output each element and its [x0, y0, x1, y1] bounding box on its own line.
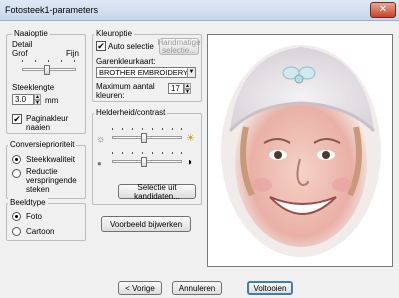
reductie-label: Reductie verspringende steken: [26, 167, 77, 194]
auto-selectie-checkbox[interactable]: ✔: [96, 41, 106, 51]
foto-label: Foto: [26, 212, 43, 221]
contrast-slider[interactable]: [112, 152, 182, 172]
detail-max-label: Fijn: [66, 49, 79, 58]
close-button[interactable]: ✕: [370, 2, 396, 18]
garenkleurkaart-value: BROTHER EMBROIDERY: [99, 68, 189, 77]
steeklengte-spinner[interactable]: ▲ ▼: [34, 94, 42, 106]
contrast-high-icon: ◑: [186, 157, 193, 168]
selectie-kandidaten-button[interactable]: Selectie uit kandidaten...: [118, 183, 196, 201]
brightness-low-icon: ☼: [96, 134, 106, 145]
steeklengte-input[interactable]: 3.0: [12, 94, 34, 105]
embroidery-preview-image: [221, 45, 381, 257]
detail-slider[interactable]: [22, 60, 76, 80]
beeldtype-label: Beeldtype: [8, 198, 48, 207]
steekkwaliteit-radio[interactable]: [12, 155, 21, 164]
contrast-slider-track: [112, 160, 182, 163]
spin-down-icon[interactable]: ▼: [184, 89, 191, 95]
cartoon-label: Cartoon: [26, 227, 55, 236]
voorbeeld-bijwerken-button[interactable]: Voorbeeld bijwerken: [101, 216, 191, 232]
brightness-slider-thumb[interactable]: [140, 133, 147, 143]
vorige-button[interactable]: < Vorige: [118, 281, 162, 295]
max-kleuren-input[interactable]: 17: [168, 83, 184, 94]
steekkwaliteit-label: Steekkwaliteit: [26, 155, 75, 164]
detail-slider-thumb[interactable]: [43, 65, 50, 75]
max-kleuren-spinner[interactable]: ▲ ▼: [184, 83, 192, 95]
foto-radio[interactable]: [12, 212, 21, 221]
conversie-label: Conversieprioriteit: [8, 140, 77, 149]
contrast-slider-thumb[interactable]: [140, 157, 147, 167]
voltooien-button[interactable]: Voltooien: [247, 281, 293, 295]
auto-selectie-label: Auto selectie: [108, 42, 154, 51]
handmatige-selectie-button[interactable]: Handmatige selectie...: [157, 38, 201, 55]
contrast-low-icon: ●: [97, 159, 102, 168]
reductie-radio[interactable]: [12, 169, 21, 178]
garenkleurkaart-label: Garenkleurkaart:: [96, 57, 156, 66]
max-kleuren-label: Maximum aantal kleuren:: [96, 82, 155, 100]
preview-pane: [207, 34, 393, 267]
cartoon-radio[interactable]: [12, 227, 21, 236]
kleuroptie-label: Kleuroptie: [94, 29, 135, 38]
brightness-high-icon: ☀: [186, 133, 195, 144]
spin-down-icon[interactable]: ▼: [34, 100, 41, 106]
naaioptie-label: Naaioptie: [12, 29, 50, 38]
helderheid-label: Helderheid/contrast: [94, 108, 168, 117]
steeklengte-label: Steeklengte: [12, 83, 55, 92]
dropdown-icon[interactable]: ▼: [187, 68, 195, 77]
window-title: Fotosteek1-parameters: [5, 5, 99, 15]
garenkleurkaart-select[interactable]: BROTHER EMBROIDERY: [96, 67, 196, 78]
brightness-slider[interactable]: [112, 128, 182, 148]
brightness-slider-track: [112, 136, 182, 139]
paginakleur-label: Paginakleur naaien: [26, 114, 69, 132]
title-bar: Fotosteek1-parameters ✕: [0, 0, 399, 21]
paginakleur-checkbox[interactable]: ✔: [12, 114, 22, 124]
annuleren-button[interactable]: Annuleren: [172, 281, 222, 295]
detail-label: Detail: [12, 40, 33, 49]
detail-min-label: Grof: [12, 49, 28, 58]
steeklengte-unit: mm: [45, 96, 59, 105]
